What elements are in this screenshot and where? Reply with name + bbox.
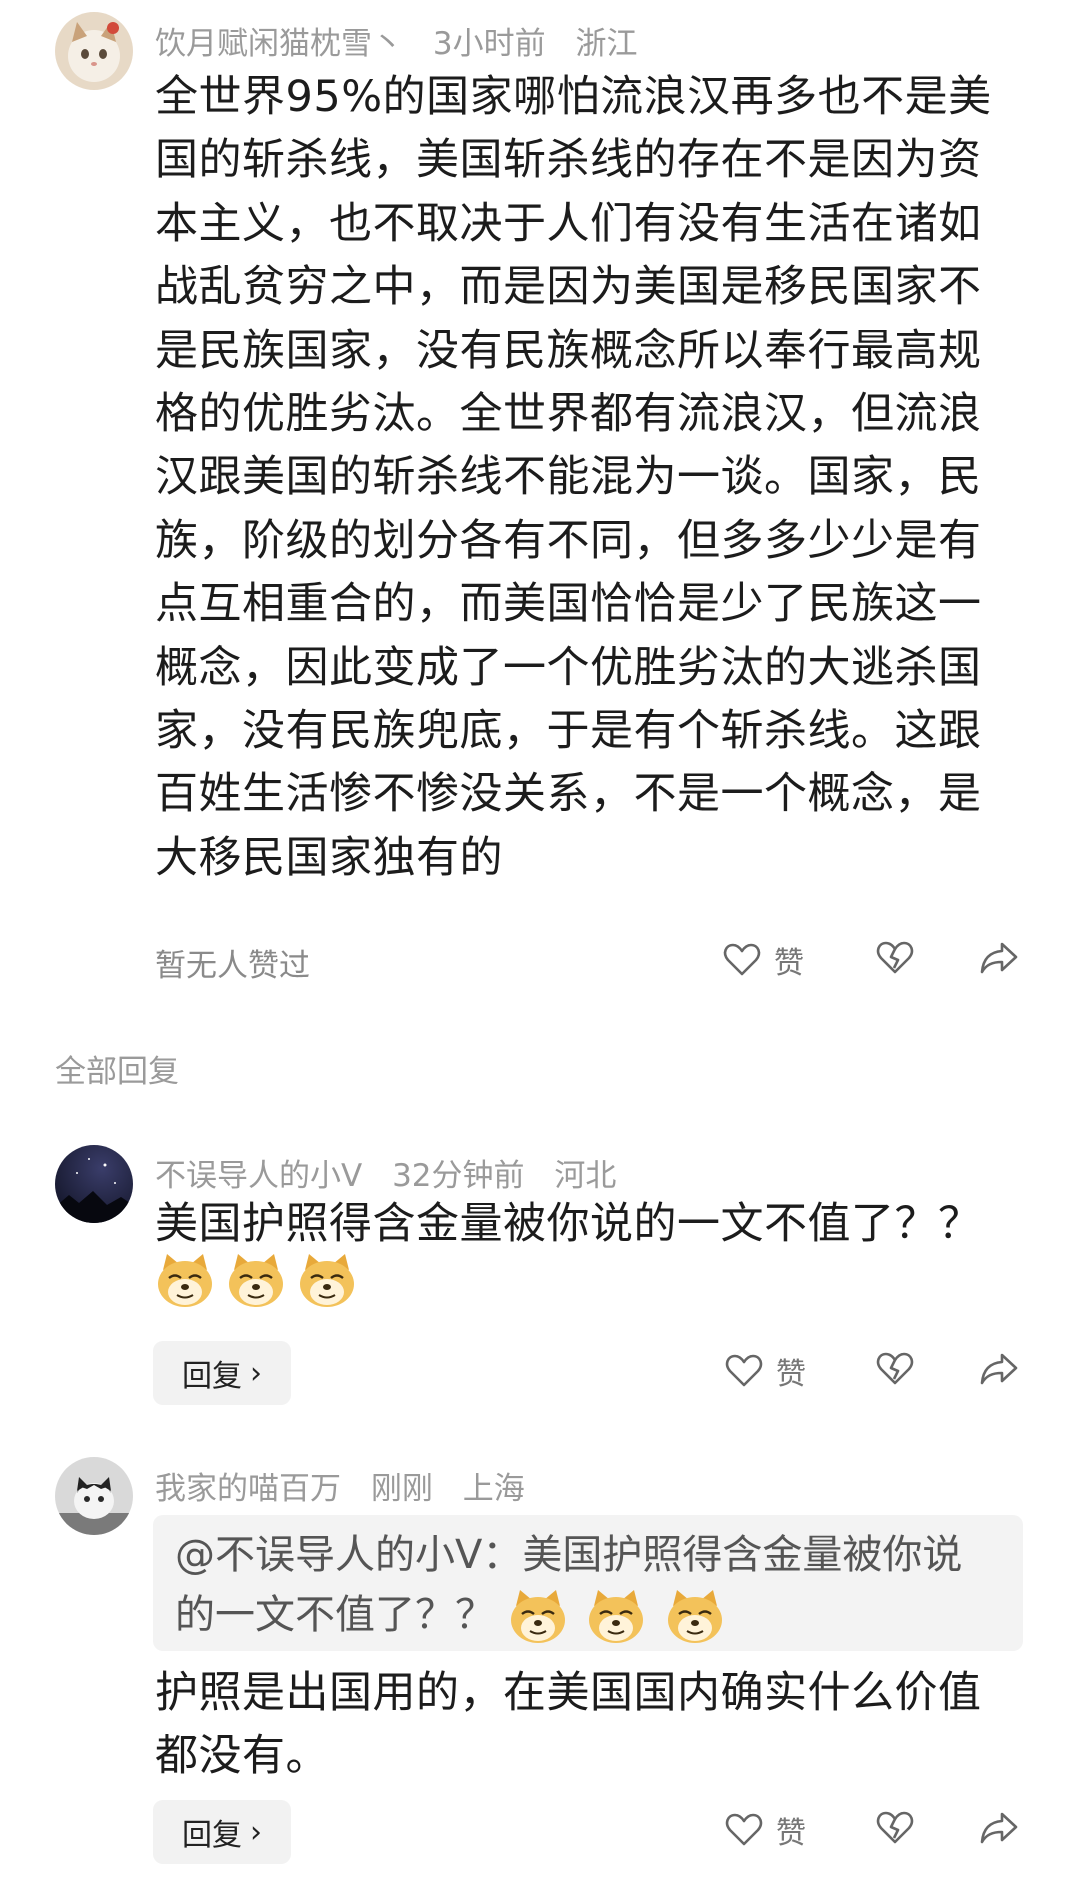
- all-replies-heading: 全部回复: [55, 1054, 179, 1090]
- heart-outline-icon: [723, 943, 761, 976]
- avatar[interactable]: [55, 1145, 133, 1223]
- like-button[interactable]: 赞: [724, 1808, 806, 1852]
- reply-meta: 不误导人的小V 32分钟前 河北: [155, 1150, 636, 1195]
- dislike-button[interactable]: [875, 1808, 915, 1848]
- share-arrow-icon: [980, 1353, 1018, 1385]
- dislike-button[interactable]: [875, 1349, 915, 1389]
- location: 河北: [554, 1158, 617, 1194]
- comment-meta: 饮月赋闲猫枕雪丶 3小时前 浙江: [155, 18, 657, 63]
- reply-text: 护照是出国用的，在美国国内确实什么价值都没有。: [155, 1668, 982, 1782]
- avatar[interactable]: [55, 1457, 133, 1535]
- timestamp: 刚刚: [370, 1471, 433, 1507]
- location: 上海: [462, 1471, 525, 1507]
- share-button[interactable]: [978, 1808, 1020, 1848]
- likes-status: 暂无人赞过: [155, 948, 310, 984]
- doge-emoji: [586, 1590, 646, 1644]
- reply-text: 美国护照得含金量被你说的一文不值了？？: [155, 1199, 982, 1249]
- location: 浙江: [575, 26, 638, 62]
- doge-emoji: [508, 1590, 568, 1644]
- doge-emoji: [226, 1254, 286, 1308]
- reply-actions: 赞: [0, 1802, 1080, 1862]
- comment-text: 全世界95%的国家哪怕流浪汉再多也不是美国的斩杀线，美国斩杀线的存在不是因为资本…: [155, 72, 992, 883]
- like-label: 赞: [776, 1357, 806, 1392]
- like-label: 赞: [776, 1816, 806, 1851]
- share-arrow-icon: [980, 1812, 1018, 1844]
- avatar[interactable]: [55, 12, 133, 90]
- like-button[interactable]: 赞: [724, 1349, 806, 1393]
- share-button[interactable]: [978, 938, 1020, 978]
- broken-heart-icon: [876, 1352, 914, 1385]
- like-label: 赞: [774, 946, 804, 981]
- quoted-text-block: @不误导人的小V：美国护照得含金量被你说的一文不值了？？: [175, 1525, 995, 1645]
- heart-outline-icon: [725, 1813, 763, 1846]
- username[interactable]: 我家的喵百万: [155, 1471, 341, 1507]
- share-button[interactable]: [978, 1349, 1020, 1389]
- username[interactable]: 不误导人的小V: [155, 1158, 362, 1194]
- username[interactable]: 饮月赋闲猫枕雪丶: [155, 26, 403, 62]
- dislike-button[interactable]: [875, 938, 915, 978]
- quoted-text: @不误导人的小V：美国护照得含金量被你说的一文不值了？？: [175, 1532, 963, 1638]
- heart-outline-icon: [725, 1354, 763, 1387]
- share-arrow-icon: [980, 942, 1018, 974]
- quoted-reply[interactable]: @不误导人的小V：美国护照得含金量被你说的一文不值了？？: [153, 1515, 1023, 1651]
- reply-meta: 我家的喵百万 刚刚 上海: [155, 1463, 545, 1508]
- reply-actions: 赞: [0, 1343, 1080, 1403]
- emoji-row: [155, 1254, 363, 1308]
- timestamp: 32分钟前: [392, 1158, 525, 1194]
- doge-emoji: [665, 1590, 725, 1644]
- like-button[interactable]: 赞: [722, 938, 804, 982]
- comment-thread: 饮月赋闲猫枕雪丶 3小时前 浙江 全世界95%的国家哪怕流浪汉再多也不是美国的斩…: [0, 0, 1080, 1886]
- doge-emoji: [155, 1254, 215, 1308]
- timestamp: 3小时前: [432, 26, 546, 62]
- comment-actions: 暂无人赞过 赞: [0, 932, 1080, 992]
- broken-heart-icon: [876, 941, 914, 974]
- doge-emoji: [297, 1254, 357, 1308]
- broken-heart-icon: [876, 1811, 914, 1844]
